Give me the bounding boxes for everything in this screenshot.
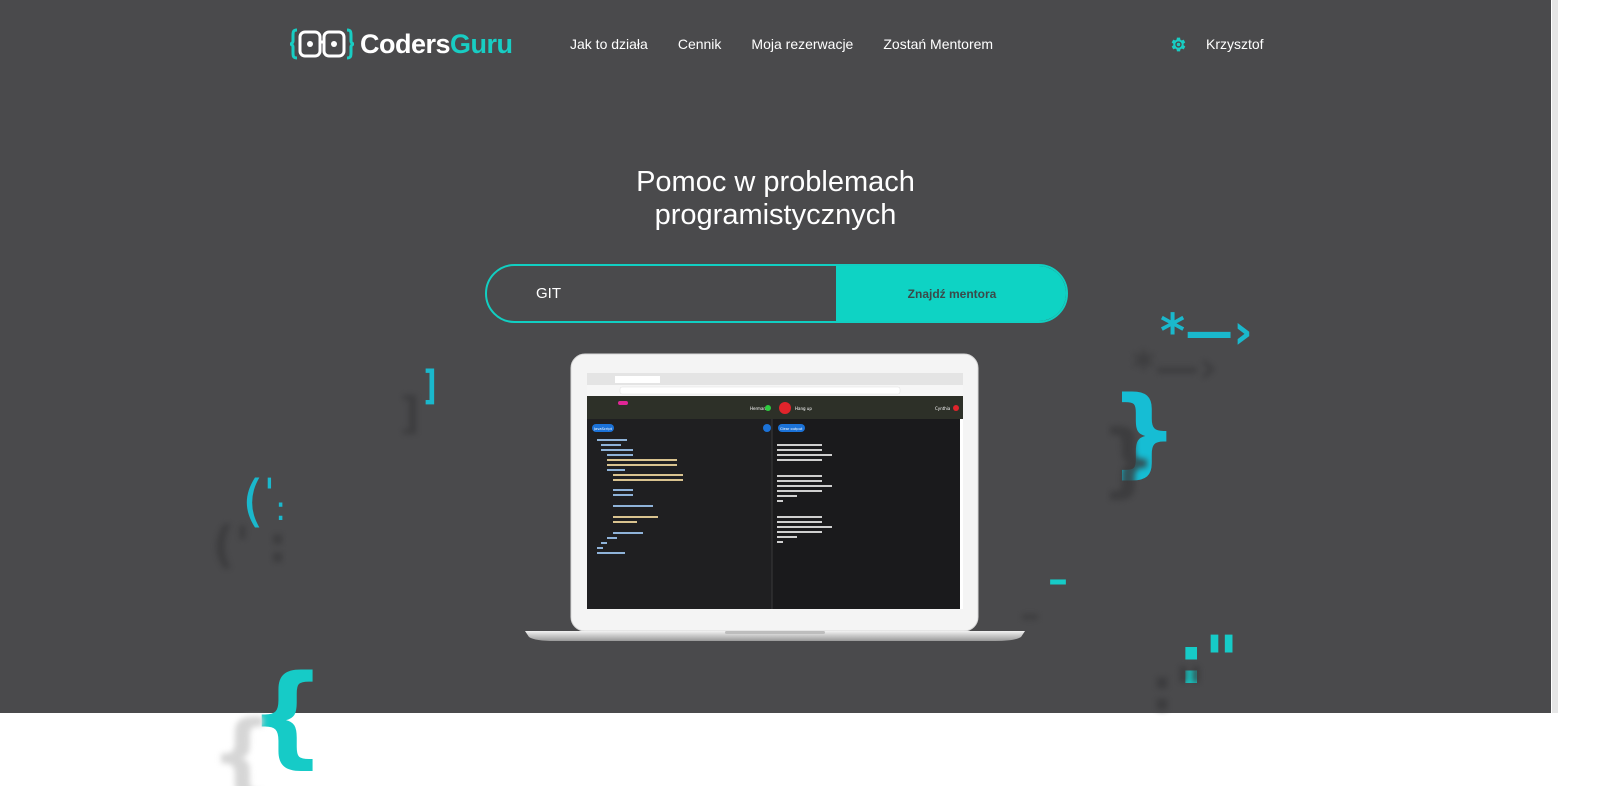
dash-shadow-icon: – [1020, 592, 1040, 638]
user-menu[interactable]: Krzysztof [1206, 36, 1264, 52]
hero-headline: Pomoc w problemach programistycznych [0, 166, 1551, 232]
caller-name: Herman [750, 406, 766, 411]
hangup-label: Hang up [795, 406, 812, 411]
find-mentor-button[interactable]: Znajdź mentora [836, 266, 1066, 321]
nav-link-how-it-works[interactable]: Jak to działa [570, 36, 648, 52]
logo-text: CodersGuru [360, 28, 513, 59]
scrollbar-thumb[interactable] [1552, 0, 1558, 713]
logo[interactable]: CodersGuru [290, 28, 513, 60]
page-scrollbar[interactable] [1551, 0, 1600, 786]
bracket-glyph-icon: ] [423, 363, 437, 409]
language-badge: JavaScript [593, 427, 613, 431]
paren-shadow-icon: (' : [212, 516, 288, 574]
search-input[interactable] [487, 266, 836, 321]
main-nav: Jak to działa Cennik Moja rezerwacje Zos… [570, 36, 1023, 52]
callee-name: Cynthia [935, 406, 951, 411]
colon-quote-shadow-icon: :" [1150, 655, 1206, 725]
headline-line-1: Pomoc w problemach [636, 166, 915, 198]
nav-link-pricing[interactable]: Cennik [678, 36, 722, 52]
search-bar: Znajdź mentora [485, 264, 1068, 323]
clear-output-button: Clear output [780, 427, 803, 431]
nav-link-my-reservations[interactable]: Moja rezerwacje [751, 36, 853, 52]
laptop-illustration: Herman Hang up Cynthia JavaScript Clear … [525, 353, 1025, 641]
curly-brace-left-shadow-icon: { [210, 702, 275, 786]
dash-glyph-icon: – [1048, 557, 1068, 603]
curly-brace-right-shadow-icon: } [1100, 413, 1157, 506]
logo-glasses-icon [290, 28, 354, 60]
bracket-shadow-icon: ] [400, 388, 421, 439]
gear-icon[interactable] [1169, 35, 1188, 54]
headline-line-2: programistycznych [654, 199, 897, 231]
nav-link-become-mentor[interactable]: Zostań Mentorem [883, 36, 993, 52]
